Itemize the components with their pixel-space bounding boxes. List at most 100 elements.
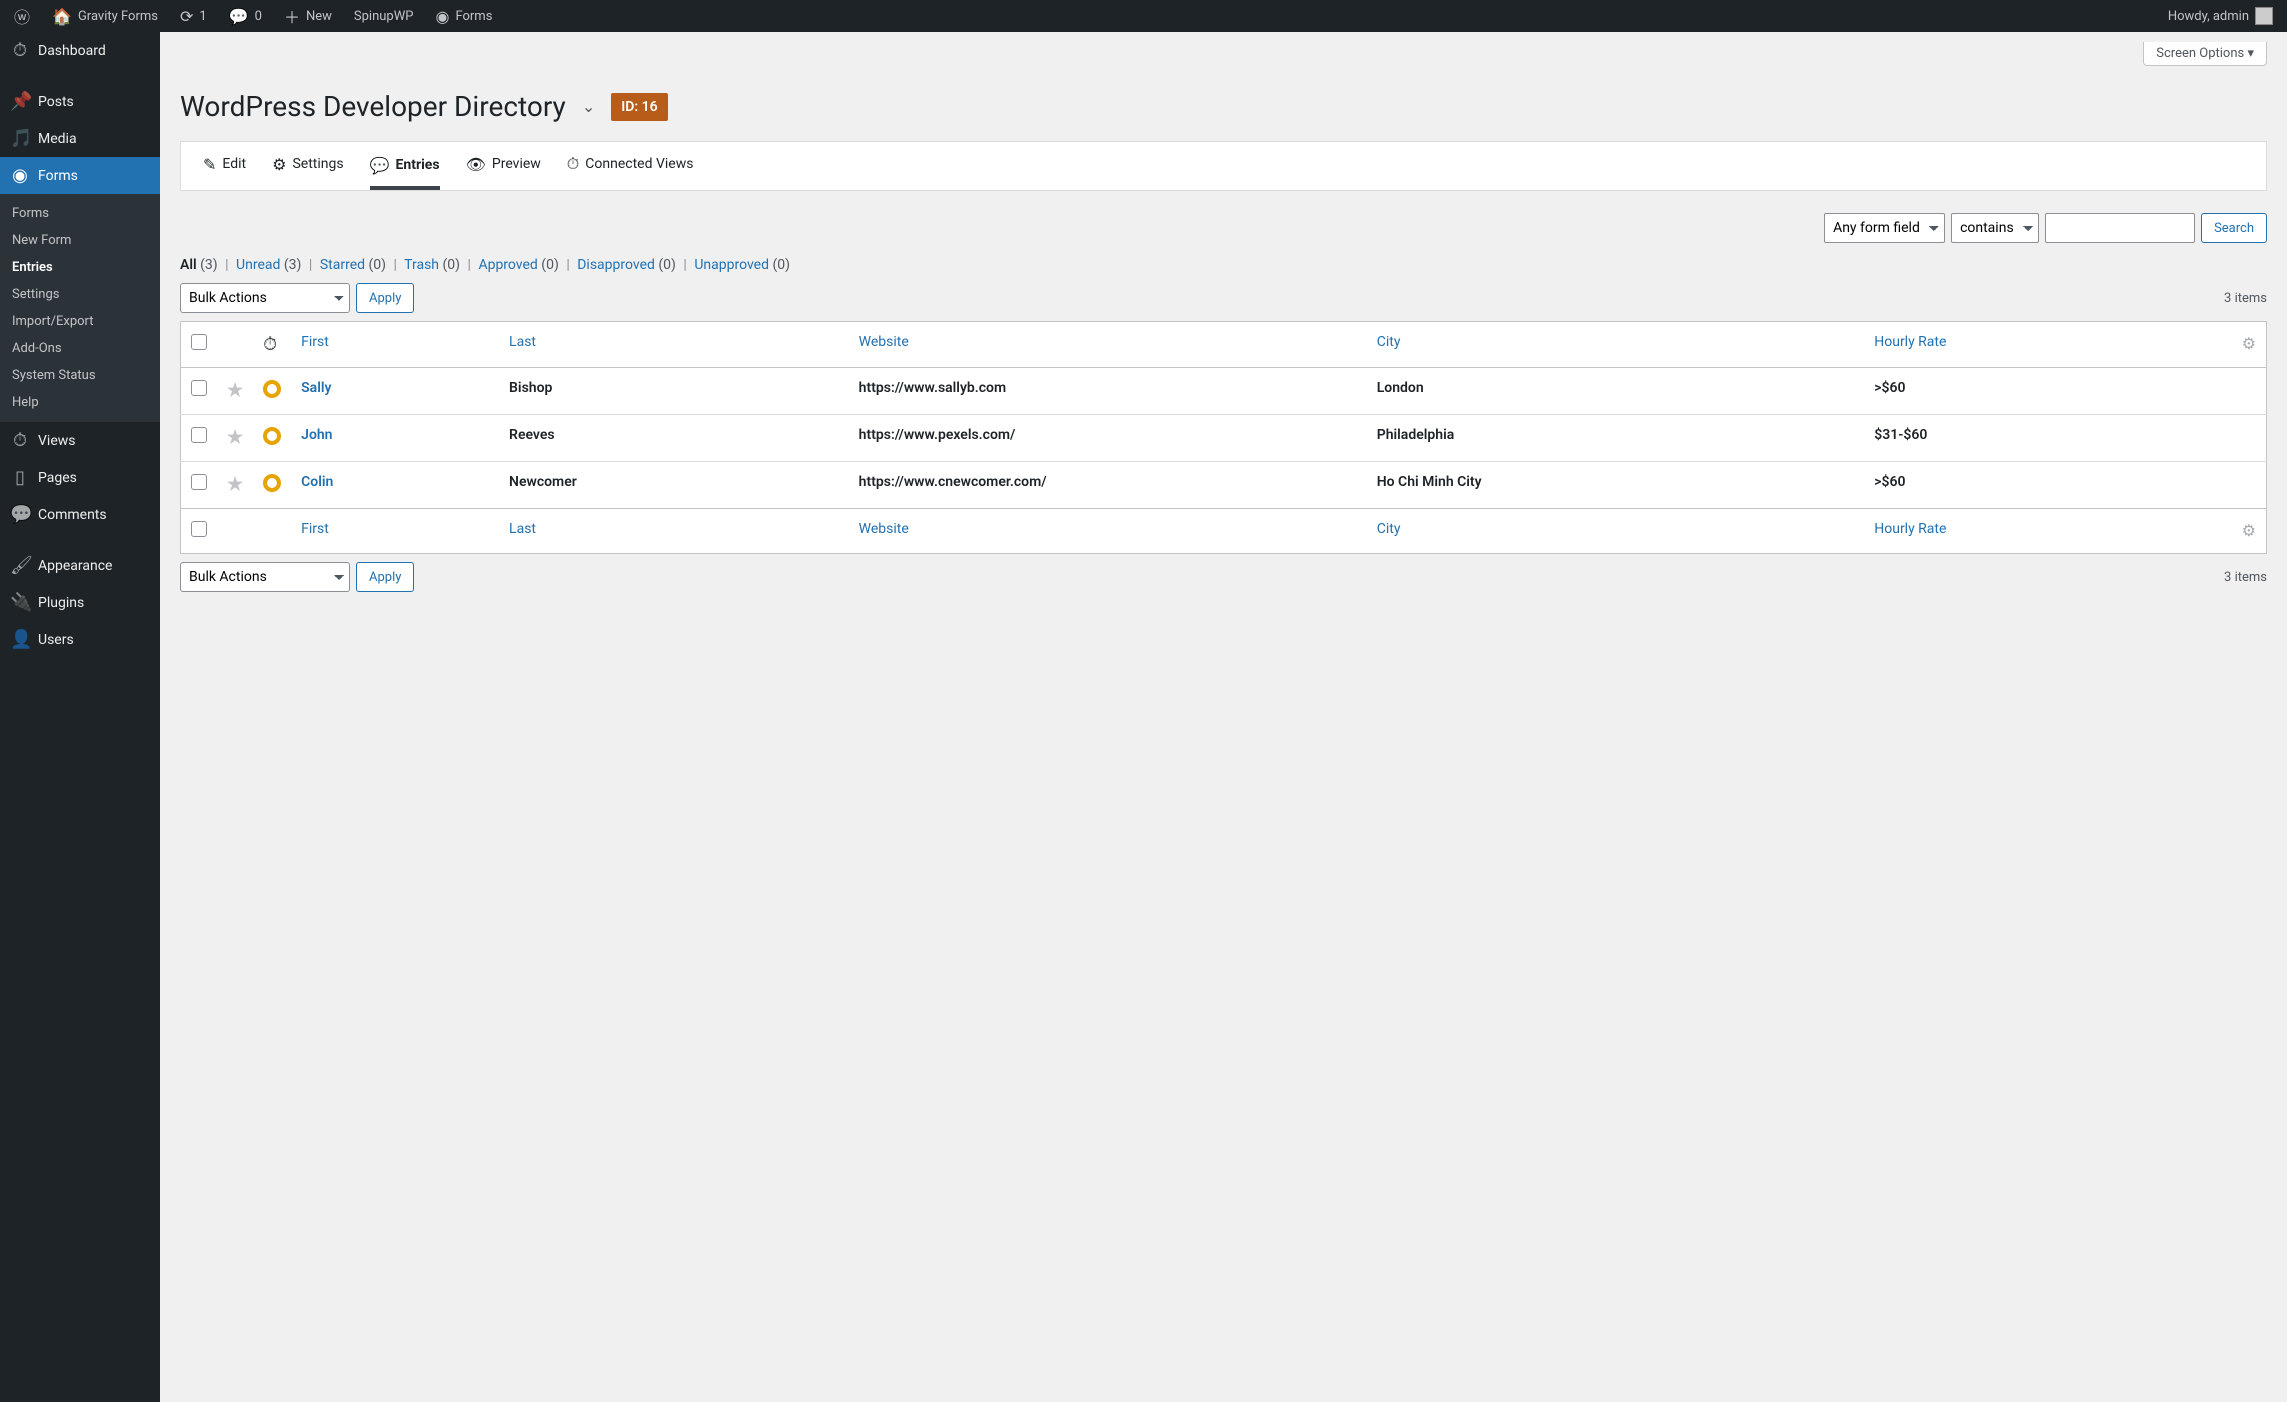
- stopwatch-icon: ⏱: [10, 430, 30, 451]
- entry-first-link[interactable]: Colin: [301, 474, 333, 490]
- approval-status-icon[interactable]: [263, 427, 281, 445]
- entry-rate: >$60: [1864, 462, 2231, 509]
- submenu-entries[interactable]: Entries: [0, 254, 160, 281]
- tab-edit-label: Edit: [222, 156, 246, 172]
- menu-comments-label: Comments: [38, 507, 107, 523]
- row-checkbox[interactable]: [191, 427, 207, 443]
- bulk-action-select[interactable]: Bulk Actions: [180, 283, 350, 313]
- menu-dashboard-label: Dashboard: [38, 43, 106, 59]
- menu-forms-label: Forms: [38, 168, 78, 184]
- apply-button-bottom[interactable]: Apply: [356, 562, 414, 592]
- filter-disapproved[interactable]: Disapproved: [577, 257, 655, 273]
- submenu-forms[interactable]: Forms: [0, 200, 160, 227]
- col-first[interactable]: First: [291, 322, 499, 368]
- apply-button[interactable]: Apply: [356, 283, 414, 313]
- spinupwp[interactable]: SpinupWP: [346, 0, 422, 32]
- wp-logo[interactable]: ⓦ: [6, 0, 38, 32]
- row-checkbox[interactable]: [191, 474, 207, 490]
- submenu-system-status[interactable]: System Status: [0, 362, 160, 389]
- new-content[interactable]: ＋New: [276, 0, 340, 32]
- submenu-settings[interactable]: Settings: [0, 281, 160, 308]
- row-checkbox[interactable]: [191, 380, 207, 396]
- entry-first-link[interactable]: John: [301, 427, 332, 443]
- pin-icon: 📌: [10, 91, 30, 112]
- account-menu[interactable]: Howdy, admin: [2160, 0, 2281, 32]
- spinup-label: SpinupWP: [354, 9, 414, 24]
- menu-appearance[interactable]: 🖌Appearance: [0, 547, 160, 584]
- col-last-footer[interactable]: Last: [499, 509, 849, 554]
- comment-icon: 💬: [229, 7, 249, 26]
- screen-options-button[interactable]: Screen Options ▾: [2143, 42, 2267, 66]
- star-icon[interactable]: ★: [227, 380, 243, 401]
- menu-dashboard[interactable]: ⏱Dashboard: [0, 32, 160, 69]
- bulk-action-select-bottom[interactable]: Bulk Actions: [180, 562, 350, 592]
- forms-adminbar[interactable]: ◉Forms: [427, 0, 500, 32]
- filter-starred[interactable]: Starred: [320, 257, 365, 273]
- select-all-checkbox-footer[interactable]: [191, 521, 207, 537]
- entry-website: https://www.pexels.com/: [849, 415, 1367, 462]
- tab-settings[interactable]: ⚙Settings: [272, 154, 343, 178]
- star-icon[interactable]: ★: [227, 474, 243, 495]
- updates[interactable]: ⟳1: [172, 0, 215, 32]
- tab-entries[interactable]: 💬Entries: [370, 154, 440, 190]
- menu-forms[interactable]: ◉Forms: [0, 157, 160, 194]
- speech-icon: 💬: [370, 156, 390, 175]
- entry-first-link[interactable]: Sally: [301, 380, 331, 396]
- approval-status-icon[interactable]: [263, 380, 281, 398]
- search-row: Any form field contains Search: [180, 213, 2267, 243]
- star-icon[interactable]: ★: [227, 427, 243, 448]
- col-website[interactable]: Website: [849, 322, 1367, 368]
- submenu-help[interactable]: Help: [0, 389, 160, 416]
- col-settings: ⚙: [2232, 322, 2267, 368]
- filter-approved-count: (0): [541, 257, 559, 273]
- search-field-select[interactable]: Any form field: [1824, 213, 1945, 243]
- col-website-footer[interactable]: Website: [849, 509, 1367, 554]
- col-first-footer[interactable]: First: [291, 509, 499, 554]
- filter-unread[interactable]: Unread: [236, 257, 280, 273]
- tab-preview-label: Preview: [492, 156, 541, 172]
- tab-preview[interactable]: 👁Preview: [466, 154, 541, 178]
- menu-comments[interactable]: 💬Comments: [0, 496, 160, 533]
- filter-disapproved-count: (0): [658, 257, 676, 273]
- tab-connected-views[interactable]: ⏱Connected Views: [567, 154, 694, 178]
- brush-icon: 🖌: [10, 555, 30, 576]
- gear-icon[interactable]: ⚙: [2242, 334, 2256, 353]
- items-count: 3 items: [2224, 291, 2267, 306]
- menu-posts[interactable]: 📌Posts: [0, 83, 160, 120]
- filter-trash-count: (0): [443, 257, 461, 273]
- tab-edit[interactable]: ✎Edit: [203, 154, 246, 178]
- col-rate[interactable]: Hourly Rate: [1864, 322, 2231, 368]
- search-operator-select[interactable]: contains: [1951, 213, 2039, 243]
- approval-status-icon[interactable]: [263, 474, 281, 492]
- col-last[interactable]: Last: [499, 322, 849, 368]
- items-count-bottom: 3 items: [2224, 570, 2267, 585]
- menu-views[interactable]: ⏱Views: [0, 422, 160, 459]
- submenu-addons[interactable]: Add-Ons: [0, 335, 160, 362]
- comments-count: 0: [255, 9, 262, 24]
- filter-unapproved[interactable]: Unapproved: [694, 257, 769, 273]
- search-button[interactable]: Search: [2201, 213, 2267, 243]
- select-all-checkbox[interactable]: [191, 334, 207, 350]
- menu-pages[interactable]: ▯Pages: [0, 459, 160, 496]
- updates-count: 1: [199, 9, 206, 24]
- table-row: ★ColinNewcomerhttps://www.cnewcomer.com/…: [181, 462, 2267, 509]
- site-name[interactable]: 🏠Gravity Forms: [44, 0, 166, 32]
- menu-media[interactable]: 🎵Media: [0, 120, 160, 157]
- filter-all[interactable]: All: [180, 257, 197, 273]
- table-header-row: ⏱ First Last Website City Hourly Rate ⚙: [181, 322, 2267, 368]
- filter-approved[interactable]: Approved: [478, 257, 537, 273]
- menu-users[interactable]: 👤Users: [0, 621, 160, 658]
- comments-bubble[interactable]: 💬0: [221, 0, 270, 32]
- gear-icon-footer[interactable]: ⚙: [2242, 521, 2256, 540]
- media-icon: 🎵: [10, 128, 30, 149]
- menu-plugins[interactable]: 🔌Plugins: [0, 584, 160, 621]
- filter-trash[interactable]: Trash: [404, 257, 439, 273]
- table-footer-row: First Last Website City Hourly Rate ⚙: [181, 509, 2267, 554]
- submenu-new-form[interactable]: New Form: [0, 227, 160, 254]
- form-switcher[interactable]: ⌄: [582, 97, 595, 116]
- col-rate-footer[interactable]: Hourly Rate: [1864, 509, 2231, 554]
- col-city[interactable]: City: [1367, 322, 1865, 368]
- search-input[interactable]: [2045, 213, 2195, 243]
- submenu-import-export[interactable]: Import/Export: [0, 308, 160, 335]
- col-city-footer[interactable]: City: [1367, 509, 1865, 554]
